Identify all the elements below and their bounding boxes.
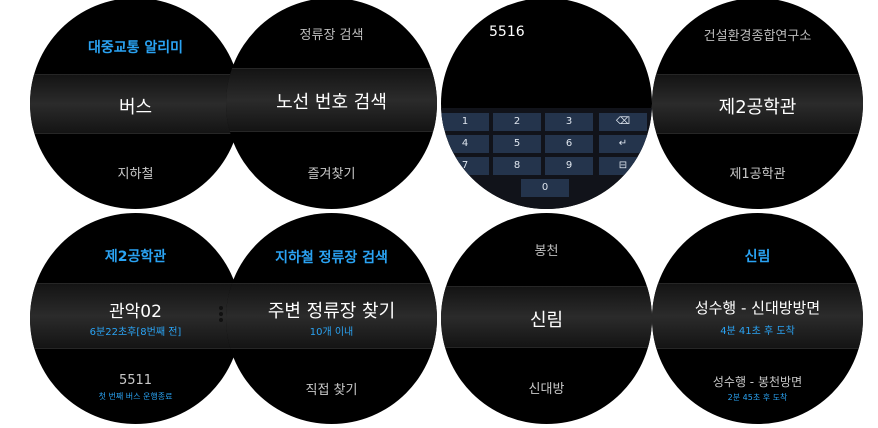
route-number-input[interactable]: 5516 <box>489 24 525 40</box>
bus-route-selected[interactable]: 관악02 <box>30 297 241 322</box>
subway-search-title: 지하철 정류장 검색 <box>275 250 388 266</box>
list-item-selected-stop[interactable]: 제2공학관 <box>652 93 863 119</box>
key-0[interactable]: 0 <box>521 179 569 197</box>
station-title: 신림 <box>744 249 771 265</box>
watch-screen-number-input: 5516 1 2 3 ⌫ 4 5 6 ↵ 7 8 9 ⊟ 0 <box>441 0 652 209</box>
watch-screen-subway-search: 지하철 정류장 검색 주변 정류장 찾기 10개 이내 직접 찾기 <box>226 213 437 424</box>
key-6[interactable]: 6 <box>545 135 593 153</box>
enter-key[interactable]: ↵ <box>599 135 647 153</box>
list-item-next-station[interactable]: 신대방 <box>441 378 652 397</box>
watch-screen-subway-arrivals: 신림 성수행 - 신대방방면 4분 41초 후 도착 성수행 - 봉천방면 2분… <box>652 213 863 424</box>
train-direction-next[interactable]: 성수행 - 봉천방면 <box>652 373 863 390</box>
nearby-stations-limit: 10개 이내 <box>309 327 354 338</box>
menu-item-favorites[interactable]: 즐겨찾기 <box>226 163 437 182</box>
watch-screen-transit-menu: 대중교통 알리미 버스 지하철 <box>30 0 241 209</box>
list-item-selected-station[interactable]: 신림 <box>441 306 652 332</box>
watch-screen-bus-arrivals: 제2공학관 관악02 6분22초후[8번째 전] 5511 첫 번째 버스 운행… <box>30 213 241 424</box>
key-1[interactable]: 1 <box>441 113 489 131</box>
app-title: 대중교통 알리미 <box>87 40 184 56</box>
list-item-next-stop[interactable]: 제1공학관 <box>652 163 863 182</box>
key-5[interactable]: 5 <box>493 135 541 153</box>
menu-item-nearby-stations[interactable]: 주변 정류장 찾기 <box>226 297 437 323</box>
key-9[interactable]: 9 <box>545 157 593 175</box>
hide-keypad-key[interactable]: ⊟ <box>599 157 647 175</box>
menu-item-subway[interactable]: 지하철 <box>30 163 241 182</box>
key-7[interactable]: 7 <box>441 157 489 175</box>
numeric-keypad: 1 2 3 ⌫ 4 5 6 ↵ 7 8 9 ⊟ 0 <box>441 108 652 209</box>
list-item-prev-stop[interactable]: 건설환경종합연구소 <box>652 25 863 44</box>
key-2[interactable]: 2 <box>493 113 541 131</box>
menu-item-route-number-search[interactable]: 노선 번호 검색 <box>226 88 437 114</box>
menu-item-bus[interactable]: 버스 <box>30 93 241 119</box>
key-4[interactable]: 4 <box>441 135 489 153</box>
train-next-eta: 2분 45초 후 도착 <box>727 393 788 402</box>
train-direction-selected[interactable]: 성수행 - 신대방방면 <box>652 297 863 318</box>
bus-arrival-eta: 6분22초후[8번째 전] <box>89 327 182 338</box>
backspace-key[interactable]: ⌫ <box>599 113 647 131</box>
watch-screen-stop-list: 건설환경종합연구소 제2공학관 제1공학관 <box>652 0 863 209</box>
list-item-prev-station[interactable]: 봉천 <box>441 240 652 259</box>
stop-title: 제2공학관 <box>104 249 167 265</box>
menu-item-manual-search[interactable]: 직접 찾기 <box>226 379 437 398</box>
menu-item-stop-search[interactable]: 정류장 검색 <box>226 24 437 43</box>
bus-next-status: 첫 번째 버스 운행종료 <box>98 392 173 401</box>
watch-screen-station-list: 봉천 신림 신대방 <box>441 213 652 424</box>
train-arrival-eta: 4분 41초 후 도착 <box>720 326 795 337</box>
bus-route-next[interactable]: 5511 <box>30 373 241 388</box>
more-options-icon[interactable] <box>219 306 223 324</box>
key-3[interactable]: 3 <box>545 113 593 131</box>
watch-screen-search-menu: 정류장 검색 노선 번호 검색 즐겨찾기 <box>226 0 437 209</box>
key-8[interactable]: 8 <box>493 157 541 175</box>
